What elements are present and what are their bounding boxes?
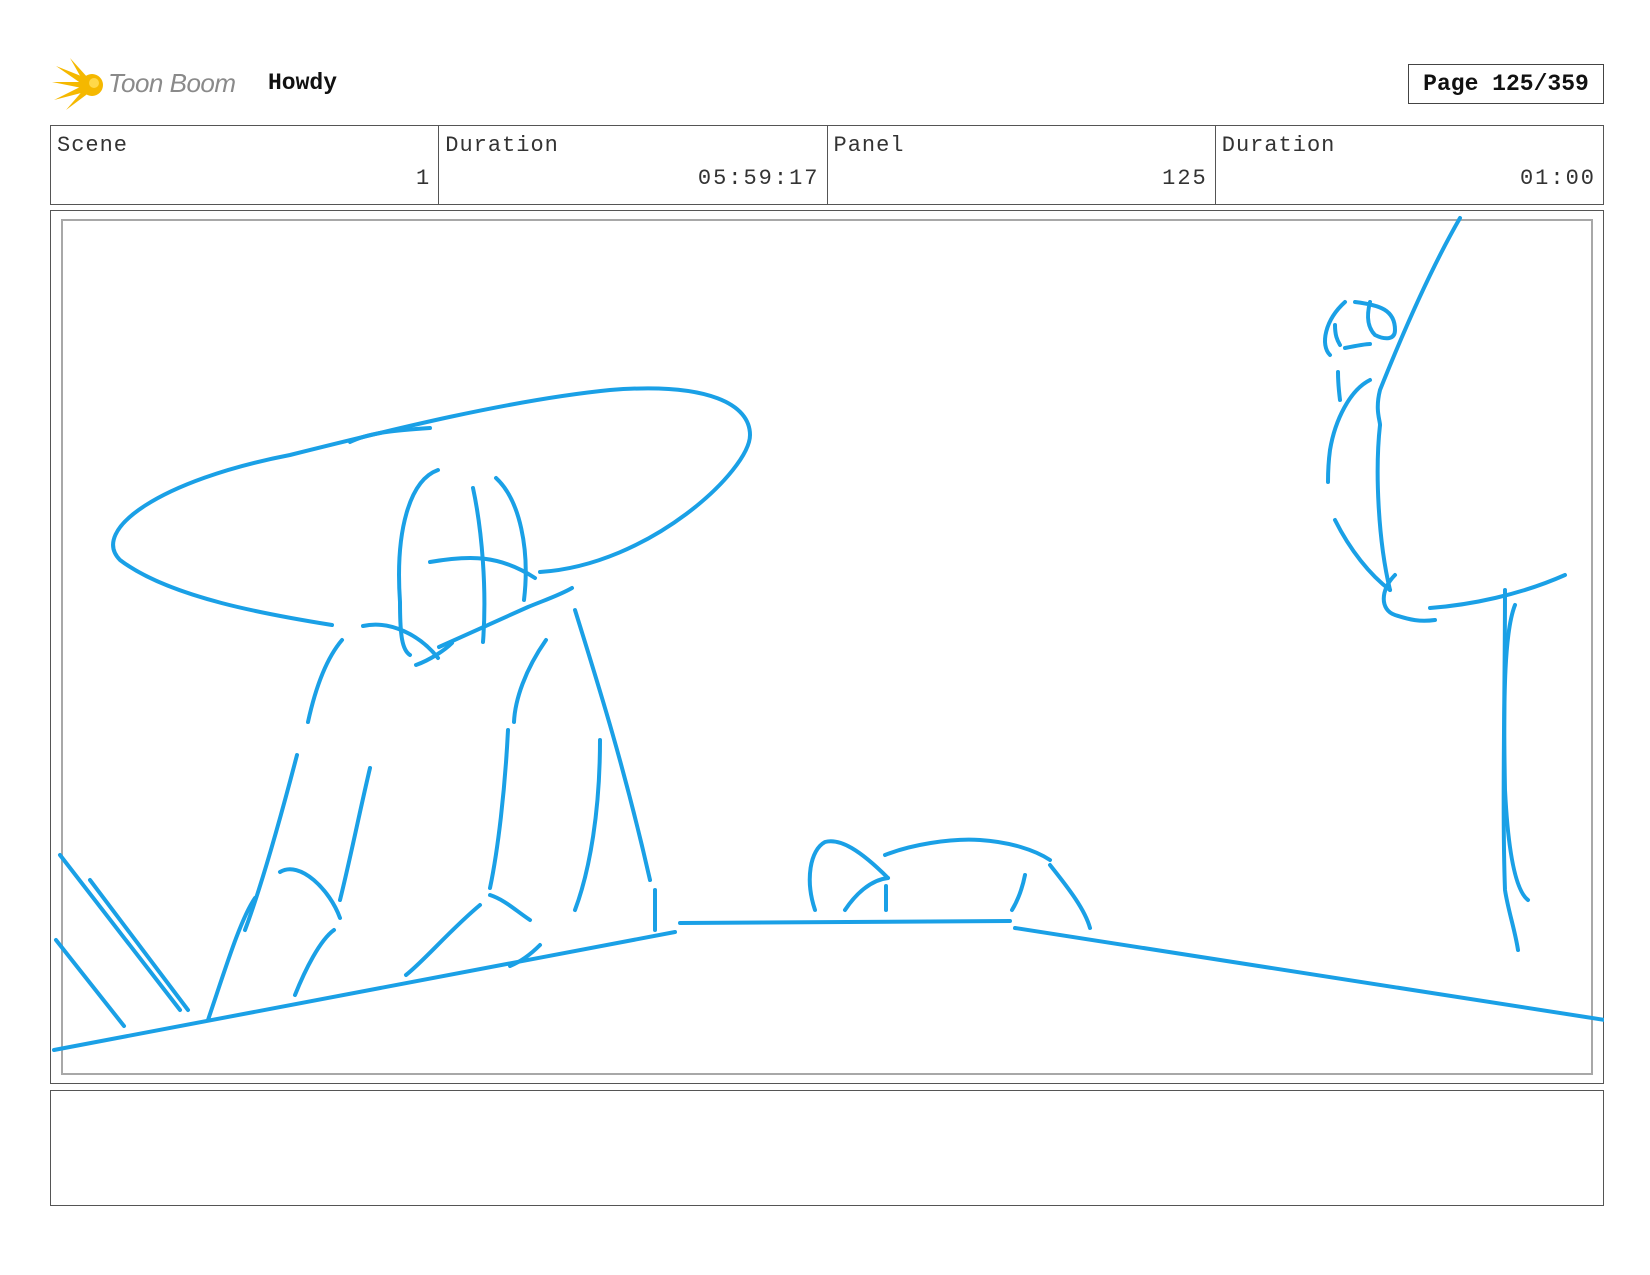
toon-boom-logo: Toon Boom [52,56,252,112]
scene-duration-label: Duration [445,133,559,158]
scene-duration-cell: Duration 05:59:17 [439,126,828,204]
sketch-center-figure [807,837,1092,930]
panel-duration-cell: Duration 01:00 [1216,126,1603,204]
scene-cell: Scene 1 [51,126,440,204]
panel-duration-value: 01:00 [1519,166,1596,191]
panel-value: 125 [1162,166,1208,191]
storyboard-sketch [52,216,1604,1052]
sketch-ground-lines [52,853,1604,1052]
panel-label: Panel [833,133,905,158]
sketch-right-figure [1323,216,1567,952]
panel-info-table: Scene 1 Duration 05:59:17 Panel 125 Dura… [50,125,1604,205]
panel-duration-label: Duration [1221,133,1336,158]
logo-text: Toon Boom [108,68,236,98]
project-title: Howdy [268,70,338,96]
panel-cell: Panel 125 [828,126,1216,204]
sketch-left-figure [111,386,752,1022]
scene-label: Scene [57,133,129,158]
page-indicator: Page 125/359 [1408,64,1604,104]
scene-value: 1 [416,166,432,191]
panel-notes-box [50,1090,1604,1206]
starburst-icon [52,58,103,110]
scene-duration-value: 05:59:17 [697,166,820,191]
